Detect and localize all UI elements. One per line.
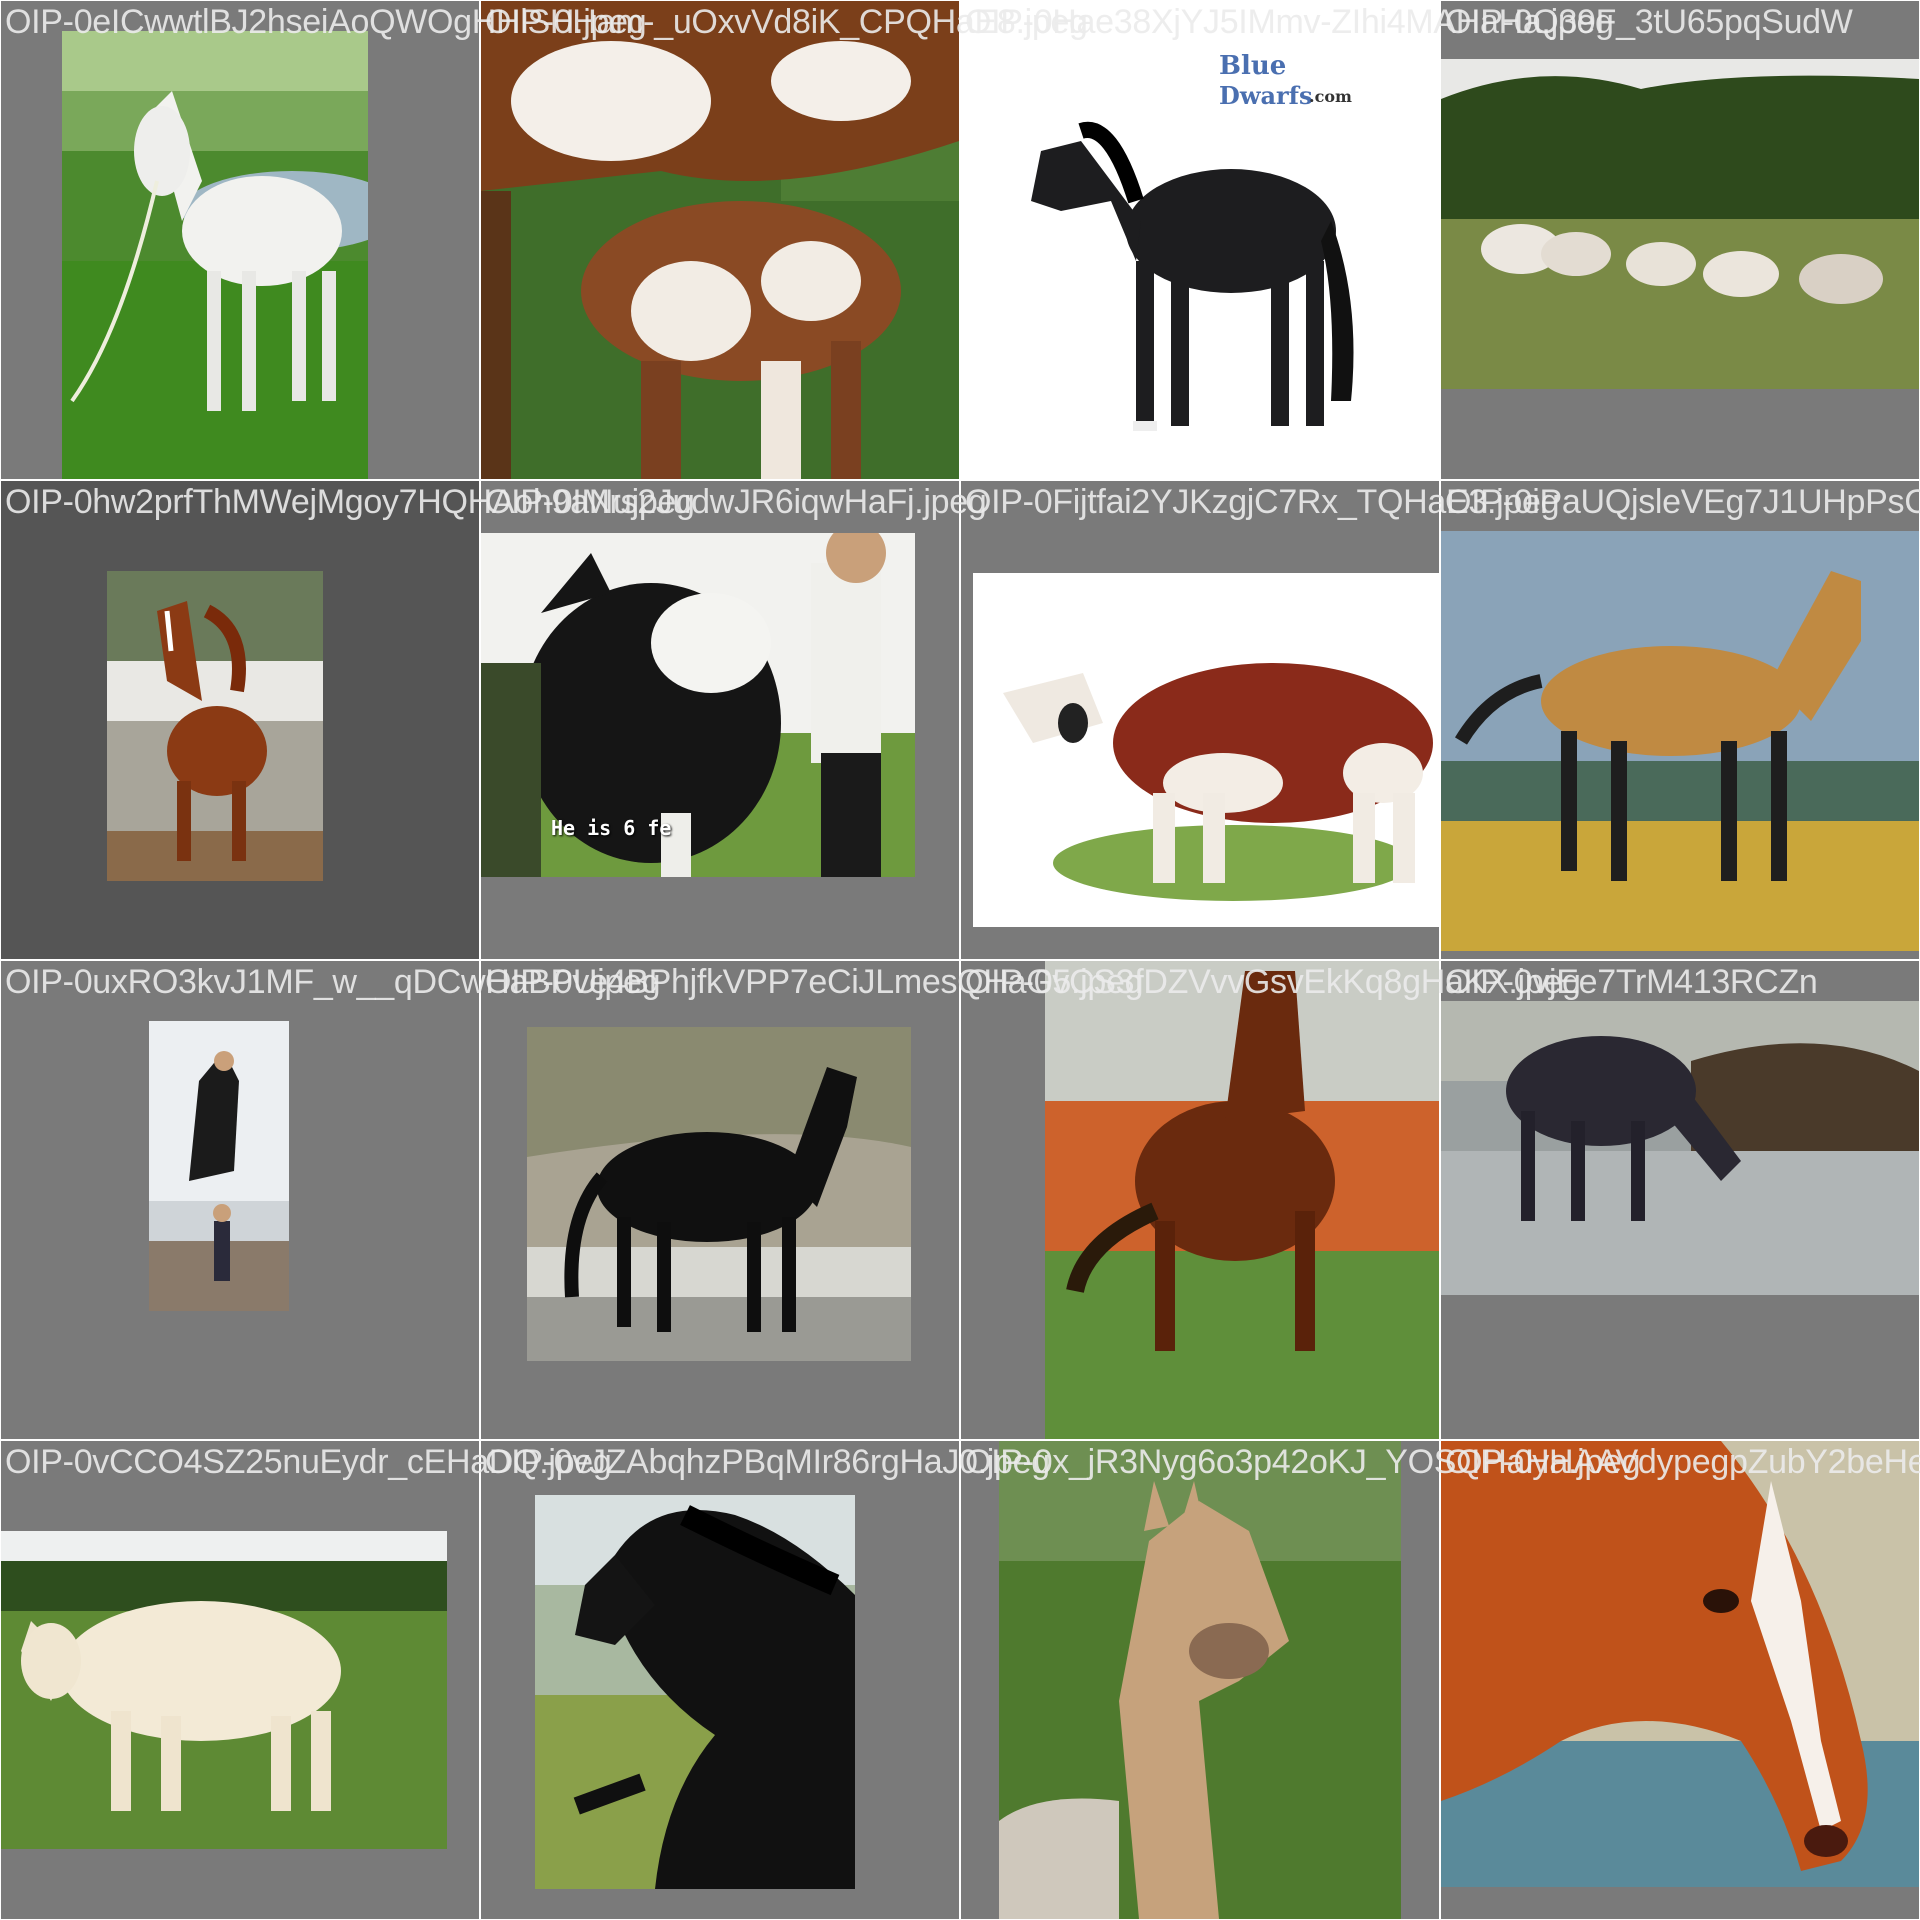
logo-text-dwarfs: Dwarfs: [1219, 81, 1313, 110]
grid-cell[interactable]: OIP-0Hae38XjYJ5IMmv-ZIhi4MAHaHa.jpeg Blu…: [960, 0, 1614, 480]
image-filename-caption: OIP-0IMrs2JudwJR6iqwHaFj.jpeg: [485, 483, 987, 521]
photo-dark-horse-grazing: [1441, 1001, 1919, 1295]
photo-black-horse-standing: [527, 1027, 911, 1361]
photo-buckskin-horse-portrait: [999, 1441, 1401, 1919]
grid-cell[interactable]: OIP-0Fijtfai2YJKzgjC7Rx_TQHaE3.jpeg: [960, 480, 1559, 960]
image-filename-caption: OIP-0vjEe7TrM413RCZn: [1445, 963, 1818, 1001]
logo-text-com: .com: [1309, 87, 1352, 106]
image-filename-caption: OIP-0Q39F_3tU65pqSudW: [1445, 3, 1853, 41]
photo-white-cow-in-field: [1, 1531, 447, 1849]
photo-chestnut-arabian-head: [1441, 1441, 1919, 1887]
photo-cow-with-calf: [481, 1, 959, 479]
image-grid: OIP-0eICwwtlBJ2hseiAoQWOgHHlSH.jpeg OIP-…: [0, 0, 1920, 1920]
photo-white-cattle-herd: [1441, 59, 1919, 389]
grid-cell[interactable]: OIP-0uxRO3kvJ1MF_w__qDCwHaBPUjpeg: [0, 960, 661, 1440]
photo-black-friesian-running: [535, 1495, 855, 1889]
grid-cell[interactable]: OIP-0vCCO4SZ25nuEydr_cEHaDQ.jpeg: [0, 1440, 612, 1920]
photo-bay-horse-rearing: [1045, 961, 1439, 1439]
photo-black-horse-figurine: Blue Dwarfs .com: [961, 1, 1439, 479]
video-caption-overlay: He is 6 fe: [551, 816, 672, 840]
grid-cell[interactable]: OIP-0yHAAVdypegpZubY2beHe: [1440, 1440, 1920, 1920]
grid-cell[interactable]: OIP-0hw2prfThMWejMgoy7HQHAoh9aNujpeg: [0, 480, 695, 960]
grid-cell[interactable]: OIP-0vjEe7TrM413RCZn: [1440, 960, 1920, 1440]
grid-cell[interactable]: OIP-0IMrs2JudwJR6iqwHaFj.jpeg He is 6 fe: [480, 480, 987, 960]
grid-cell[interactable]: OIP-0Q39F_3tU65pqSudW: [1440, 0, 1920, 480]
image-filename-caption: OIP-0iPaUQjsleVEg7J1UHpPsC: [1445, 483, 1920, 521]
grid-cell[interactable]: OIP-0eICwwtlBJ2hseiAoQWOgHHlSH.jpeg: [0, 0, 647, 480]
logo-text-blue: Blue: [1219, 51, 1287, 81]
photo-cow-with-bell: [973, 573, 1439, 927]
grid-cell[interactable]: OIP-0vJZAbqhzPBqMIr86rgHaJ0.jpeg: [480, 1440, 1050, 1920]
photo-white-horse: [62, 31, 368, 479]
grid-cell[interactable]: OIP-0ve4BPhjfkVPP7eCiJLmesQHaG5.jpeg: [480, 960, 1143, 1440]
photo-buckskin-horse-walking: [1441, 531, 1919, 951]
photo-chestnut-horse-trotting: [107, 571, 323, 881]
grid-cell[interactable]: OIP-0Ham-_uOxvVd8iK_CPQHaE8.jpeg: [480, 0, 1088, 480]
grid-cell[interactable]: OIP-0vCS3fDZVvvGsvEkKq8gHaKX.jpeg: [960, 960, 1581, 1440]
photo-rider-rearing-horse: [149, 1021, 289, 1311]
photo-holstein-cow-with-people: He is 6 fe: [481, 533, 915, 877]
grid-cell[interactable]: OIP-0iPaUQjsleVEg7J1UHpPsC: [1440, 480, 1920, 960]
grid-cell[interactable]: OIP-0x_jR3Nyg6o3p42oKJ_YOSQHaHa.jpeg: [960, 1440, 1641, 1920]
